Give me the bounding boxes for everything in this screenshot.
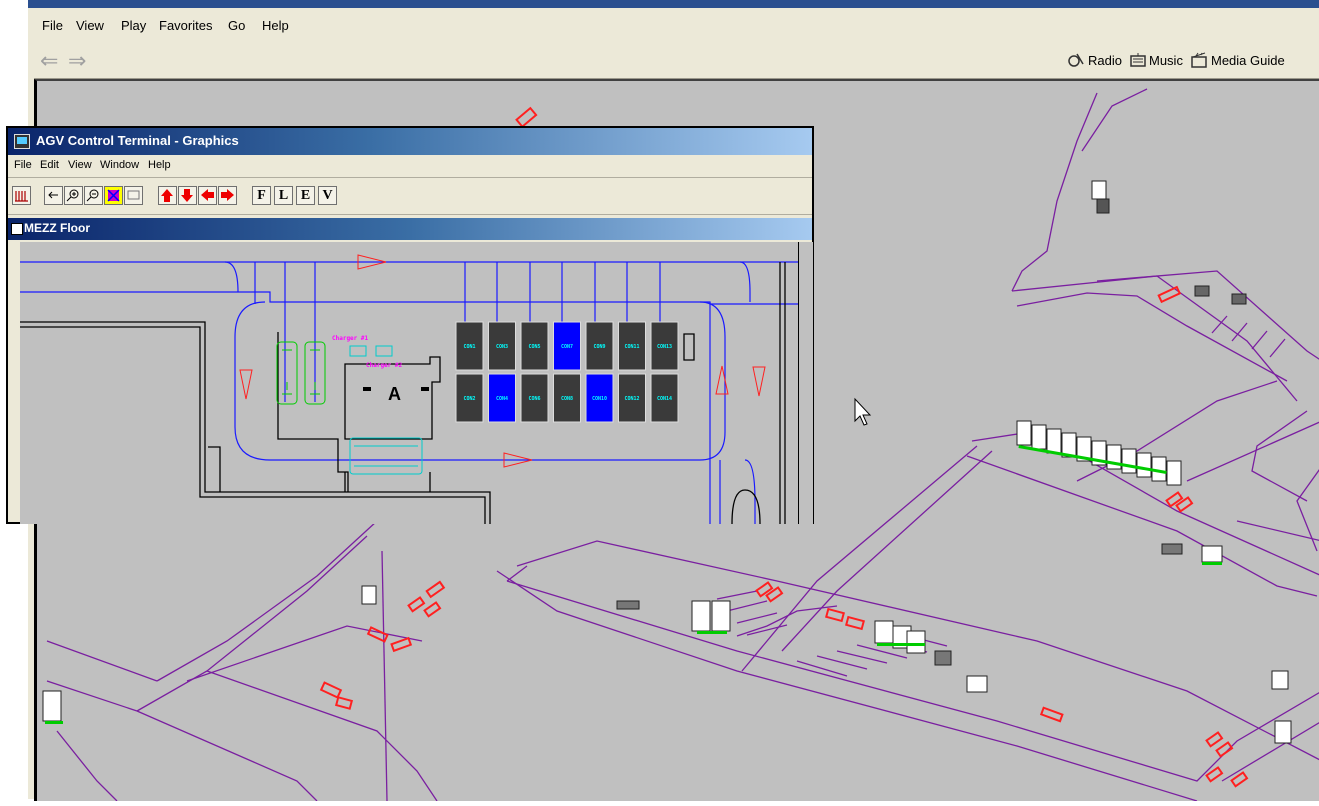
con-cell-label: CON6 xyxy=(528,396,540,402)
e-button[interactable]: E xyxy=(296,186,315,205)
zoom-out-button[interactable] xyxy=(84,186,103,205)
con-cell-label: CON7 xyxy=(561,344,573,350)
l-button[interactable]: L xyxy=(274,186,293,205)
app-titlebar: AGV Control Terminal - Graphics xyxy=(8,128,812,155)
up-arrow-icon xyxy=(161,189,173,202)
zoom-in-icon xyxy=(66,189,79,202)
media-guide-icon xyxy=(1191,52,1207,68)
window-title-strip xyxy=(28,0,1319,8)
con-cell-label: CON14 xyxy=(657,396,672,402)
con-cell-label: CON9 xyxy=(593,344,605,350)
left-arrow-icon xyxy=(48,191,58,199)
menu-favorites[interactable]: Favorites xyxy=(159,18,212,33)
window-view-icon xyxy=(127,190,140,200)
browser-menubar: File View Play Favorites Go Help xyxy=(28,8,1319,46)
back-view-button[interactable] xyxy=(44,186,63,205)
app-title: AGV Control Terminal - Graphics xyxy=(36,133,239,148)
agv-control-window: AGV Control Terminal - Graphics File Edi… xyxy=(6,126,814,525)
menu-help[interactable]: Help xyxy=(262,18,289,33)
con-cell-label: CON4 xyxy=(496,396,508,402)
con-cell-label: CON12 xyxy=(624,396,639,402)
fit-view-button[interactable] xyxy=(104,186,123,205)
charger-1-label: Charger #1 xyxy=(332,335,369,342)
app-toolbar: F L E V xyxy=(8,178,812,215)
grid-tool-button[interactable] xyxy=(12,186,31,205)
app-menubar: File Edit View Window Help xyxy=(8,155,812,178)
child-title: MEZZ Floor xyxy=(24,221,90,235)
zoom-out-icon xyxy=(86,189,99,202)
music-link[interactable]: Music xyxy=(1149,53,1183,68)
con-cell-label: CON11 xyxy=(624,344,639,350)
move-up-button[interactable] xyxy=(158,186,177,205)
mouse-pointer-icon xyxy=(854,397,872,426)
station-a-label: A xyxy=(388,384,401,404)
music-icon xyxy=(1130,53,1146,67)
con-cell-label: CON3 xyxy=(496,344,508,350)
right-red-arrow-icon xyxy=(221,189,234,201)
app-menu-view[interactable]: View xyxy=(68,159,92,171)
left-red-arrow-icon xyxy=(201,189,214,201)
forward-arrow-icon[interactable]: ⇒ xyxy=(68,50,86,72)
floor-map-scrollbar[interactable] xyxy=(798,242,813,524)
radio-link[interactable]: Radio xyxy=(1088,53,1122,68)
child-titlebar: MEZZ Floor xyxy=(8,218,812,240)
browser-navbar: ⇐ ⇒ Radio Music Media Guide xyxy=(28,45,1319,79)
radio-icon xyxy=(1068,53,1084,67)
app-menu-help[interactable]: Help xyxy=(148,159,171,171)
down-arrow-icon xyxy=(181,189,193,202)
menu-play[interactable]: Play xyxy=(121,18,146,33)
app-menu-edit[interactable]: Edit xyxy=(40,159,59,171)
con-cell-label: CON2 xyxy=(463,396,475,402)
move-down-button[interactable] xyxy=(178,186,197,205)
menu-go[interactable]: Go xyxy=(228,18,245,33)
app-menu-window[interactable]: Window xyxy=(100,159,139,171)
con-cell-label: CON5 xyxy=(528,344,540,350)
app-menu-file[interactable]: File xyxy=(14,159,32,171)
mezz-floor-map[interactable]: Charger #1 Charger #2 A CON1 CON3 CON5 CON7… xyxy=(20,242,798,525)
charger-2-label: Charger #2 xyxy=(366,362,403,369)
f-button[interactable]: F xyxy=(252,186,271,205)
con-cell-label: CON10 xyxy=(592,396,607,402)
grid-icon xyxy=(15,191,28,202)
menu-view[interactable]: View xyxy=(76,18,104,33)
zoom-in-button[interactable] xyxy=(64,186,83,205)
v-button[interactable]: V xyxy=(318,186,337,205)
media-guide-link[interactable]: Media Guide xyxy=(1211,53,1285,68)
back-arrow-icon[interactable]: ⇐ xyxy=(40,50,58,72)
child-window-icon xyxy=(11,223,23,235)
con-cell-label: CON1 xyxy=(463,344,475,350)
move-left-button[interactable] xyxy=(198,186,217,205)
fit-view-icon xyxy=(107,189,120,202)
menu-file[interactable]: File xyxy=(42,18,63,33)
app-monitor-icon xyxy=(14,134,30,149)
window-view-button[interactable] xyxy=(124,186,143,205)
con-cell-label: CON8 xyxy=(561,396,573,402)
move-right-button[interactable] xyxy=(218,186,237,205)
con-cells: CON1 CON3 CON5 CON7 CON9 CON11 CON13 CON2 CON4 CO… xyxy=(455,321,679,423)
floor-layout: Charger #1 Charger #2 A CON1 CON3 CON5 CON7… xyxy=(20,254,798,525)
con-cell-label: CON13 xyxy=(657,344,672,350)
agv-charging-row xyxy=(1016,420,1182,486)
